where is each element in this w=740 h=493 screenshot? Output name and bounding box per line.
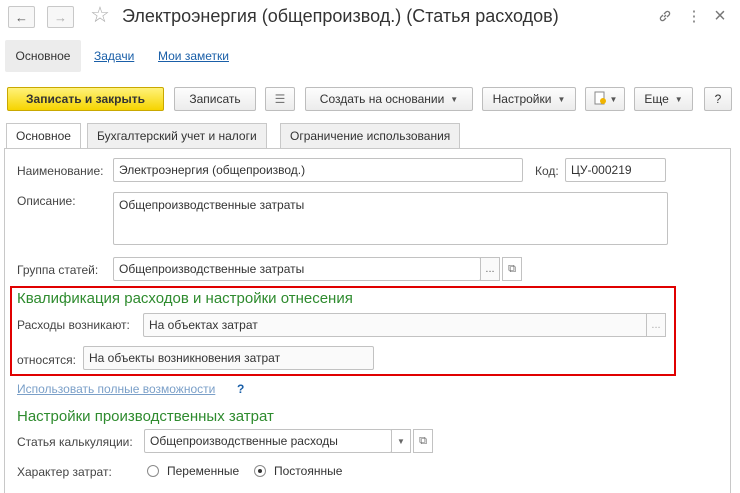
tab-main[interactable]: Основное (5, 40, 81, 72)
help-button[interactable]: ? (704, 87, 732, 111)
tab-basic[interactable]: Основное (6, 123, 81, 149)
production-header: Настройки производственных затрат (17, 408, 274, 425)
name-field[interactable]: Электроэнергия (общепроизвод.) (113, 158, 523, 182)
list-icon: ☰ (274, 92, 286, 106)
link-icon[interactable] (655, 6, 675, 26)
calc-item-dropdown-button[interactable]: ▼ (391, 429, 411, 453)
code-label: Код: (535, 164, 559, 178)
chevron-down-icon: ▼ (450, 94, 459, 104)
radio-variable[interactable] (147, 465, 159, 477)
arrow-left-icon: ← (15, 9, 28, 25)
create-based-on-button[interactable]: Создать на основании ▼ (305, 87, 473, 111)
save-and-close-button[interactable]: Записать и закрыть (7, 87, 164, 111)
report-button[interactable]: ▼ (585, 87, 625, 111)
calc-item-field[interactable]: Общепроизводственные расходы (144, 429, 392, 453)
code-field[interactable]: ЦУ-000219 (565, 158, 666, 182)
cost-nature-label: Характер затрат: (17, 465, 112, 479)
use-full-features-link[interactable]: Использовать полные возможности (17, 382, 215, 396)
calc-item-label: Статья калькуляции: (17, 435, 133, 449)
more-menu-icon[interactable]: ⋮ (684, 6, 704, 26)
tab-tasks[interactable]: Задачи (94, 40, 134, 72)
save-button[interactable]: Записать (174, 87, 256, 111)
group-select-button[interactable]: ... (480, 257, 500, 281)
description-field[interactable]: Общепроизводственные затраты (113, 192, 668, 245)
report-icon (593, 91, 607, 108)
relate-to-label: относятся: (17, 353, 76, 367)
favorite-star-icon[interactable]: ☆ (90, 2, 110, 27)
group-field[interactable]: Общепроизводственные затраты (113, 257, 481, 281)
full-features-help-icon[interactable]: ? (237, 382, 244, 396)
radio-selected-dot (258, 469, 262, 473)
forward-button[interactable]: → (47, 6, 74, 28)
relate-to-field[interactable]: На объекты возникновения затрат (83, 346, 374, 370)
tab-my-notes[interactable]: Мои заметки (158, 40, 229, 72)
arrow-right-icon: → (54, 9, 67, 25)
group-label: Группа статей: (17, 263, 99, 277)
window-title: Электроэнергия (общепроизвод.) (Статья р… (122, 6, 559, 26)
chevron-down-icon: ▼ (609, 94, 618, 104)
description-label: Описание: (17, 194, 76, 208)
more-button[interactable]: Еще ▼ (634, 87, 693, 111)
chevron-down-icon: ▼ (557, 94, 566, 104)
radio-variable-label[interactable]: Переменные (167, 464, 239, 478)
expenses-occur-field[interactable]: На объектах затрат (143, 313, 648, 337)
group-open-icon[interactable]: ⧉ (502, 257, 522, 281)
create-based-label: Создать на основании (319, 92, 445, 106)
settings-button[interactable]: Настройки ▼ (482, 87, 576, 111)
qualification-header: Квалификация расходов и настройки отнесе… (17, 290, 353, 307)
settings-label: Настройки (492, 92, 552, 106)
more-label: Еще (644, 92, 669, 106)
tab-accounting-taxes[interactable]: Бухгалтерский учет и налоги (87, 123, 267, 148)
tab-usage-restriction[interactable]: Ограничение использования (280, 123, 461, 148)
name-label: Наименование: (17, 164, 104, 178)
radio-fixed[interactable] (254, 465, 266, 477)
back-button[interactable]: ← (8, 6, 35, 28)
calc-item-open-icon[interactable]: ⧉ (413, 429, 433, 453)
expenses-occur-label: Расходы возникают: (17, 318, 130, 332)
close-icon[interactable]: × (710, 5, 730, 27)
radio-fixed-label[interactable]: Постоянные (274, 464, 342, 478)
chevron-down-icon: ▼ (674, 94, 683, 104)
document-list-button[interactable]: ☰ (265, 87, 295, 111)
expenses-occur-select-button[interactable]: ... (646, 313, 666, 337)
